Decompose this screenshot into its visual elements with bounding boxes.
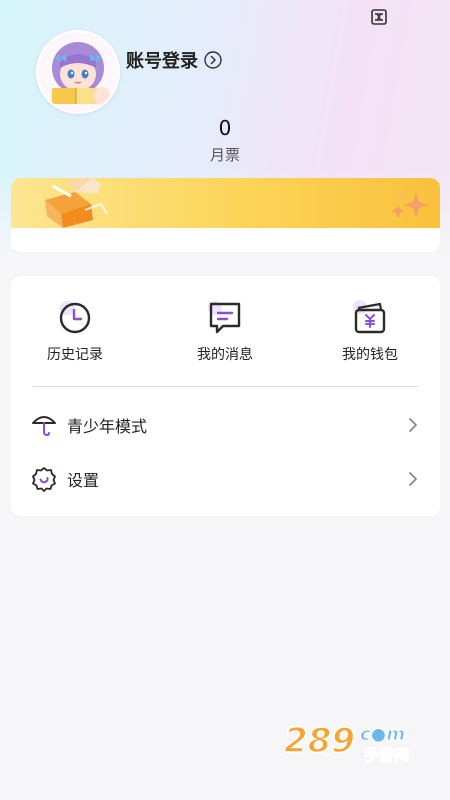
umbrella-icon	[31, 412, 57, 438]
login-label: 账号登录	[126, 51, 198, 72]
wallet-button[interactable]: 我的钱包	[310, 298, 430, 364]
chevron-right-icon	[406, 472, 420, 486]
history-clock-icon	[55, 298, 95, 338]
monthly-ticket-label: 月票	[209, 146, 240, 164]
login-link[interactable]: 账号登录	[126, 46, 222, 74]
wallet-icon	[350, 298, 390, 338]
teen-mode-row[interactable]: 青少年模式	[11, 400, 440, 450]
sparkle-icon	[390, 190, 432, 224]
gear-icon	[31, 466, 57, 492]
watermark-main: 289	[284, 721, 355, 761]
settings-row[interactable]: 设置	[11, 454, 440, 504]
monthly-ticket-count[interactable]: 0	[0, 116, 450, 140]
avatar[interactable]	[36, 30, 120, 114]
menu-card: 历史记录 我的消息 我的钱包 青少年模式 设置	[11, 276, 440, 516]
gift-box-icon	[35, 178, 115, 232]
history-button[interactable]: 历史记录	[15, 298, 135, 364]
profile-page: 账号登录 0 月票 历史记录 我的消息 我的钱包 青少年模式 设置 289 c●…	[0, 0, 450, 800]
messages-button[interactable]: 我的消息	[165, 298, 285, 364]
menu-divider	[33, 386, 418, 387]
teen-mode-label: 青少年模式	[67, 417, 148, 436]
settings-label: 设置	[67, 471, 100, 490]
watermark-logo: 289 c●m 手游网	[282, 716, 432, 766]
chevron-right-icon	[406, 418, 420, 432]
messages-label: 我的消息	[197, 347, 253, 363]
watermark-suffix: c●m	[360, 724, 405, 745]
ticket-scan-icon[interactable]	[368, 6, 390, 28]
wallet-label: 我的钱包	[342, 347, 398, 363]
message-icon	[205, 298, 245, 338]
watermark-sub: 手游网	[364, 746, 409, 764]
promo-banner[interactable]	[11, 178, 440, 252]
circle-chevron-right-icon	[204, 51, 222, 69]
history-label: 历史记录	[47, 347, 103, 363]
